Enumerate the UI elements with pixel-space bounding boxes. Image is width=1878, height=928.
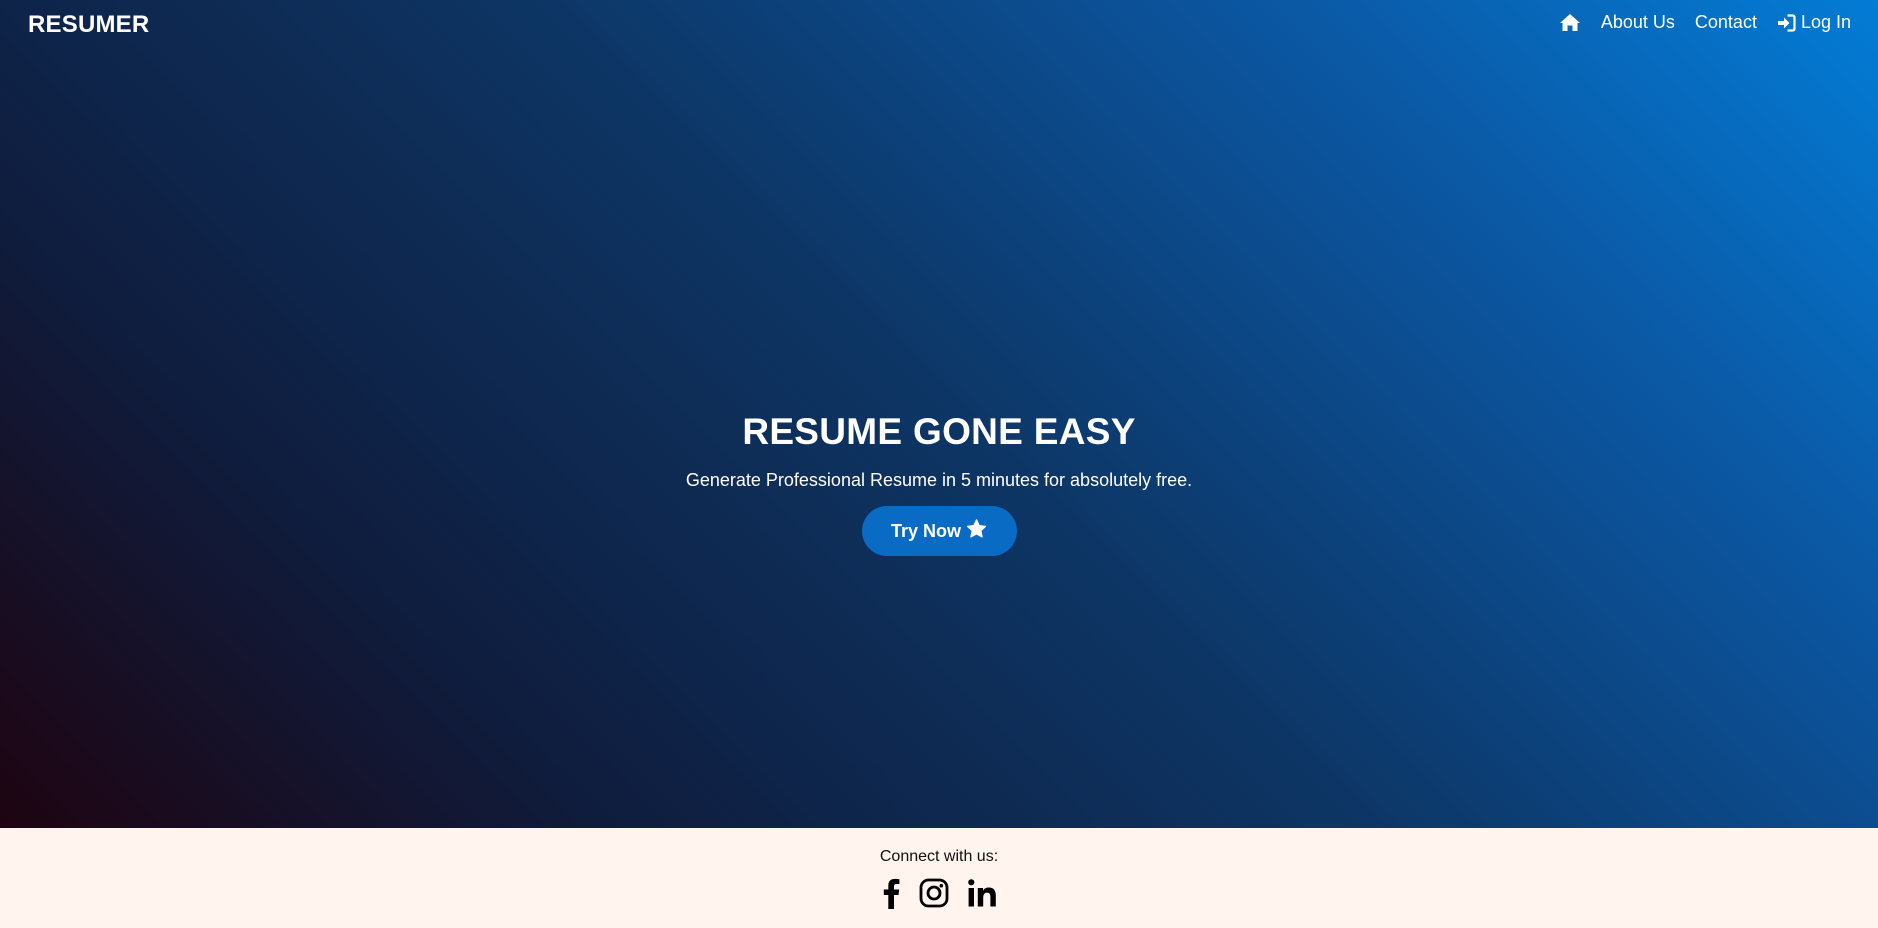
footer-connect-text: Connect with us: <box>879 848 999 865</box>
social-links <box>0 877 1878 909</box>
nav-about-link[interactable]: About Us <box>1601 12 1675 33</box>
nav-login-link[interactable]: Log In <box>1777 12 1851 33</box>
footer: Connect with us: <box>0 828 1878 928</box>
try-now-button[interactable]: Try Now <box>861 506 1017 556</box>
nav-links: About Us Contact Log In <box>1559 12 1851 33</box>
nav-login-label: Log In <box>1800 12 1851 32</box>
sign-in-icon <box>1777 13 1796 32</box>
try-now-label: Try Now <box>890 520 961 541</box>
star-icon <box>966 518 987 544</box>
linkedin-icon[interactable] <box>967 878 997 908</box>
hero-content: RESUME GONE EASY Generate Professional R… <box>0 406 1878 556</box>
navbar: RESUMER About Us Contact Log In <box>0 0 1878 50</box>
hero-section: RESUMER About Us Contact Log In RESUME G… <box>0 0 1878 828</box>
instagram-icon[interactable] <box>919 878 949 908</box>
nav-contact-label: Contact <box>1694 12 1757 32</box>
brand-logo[interactable]: RESUMER <box>28 11 149 39</box>
facebook-icon[interactable] <box>881 877 901 909</box>
nav-contact-link[interactable]: Contact <box>1695 12 1757 33</box>
nav-home-link[interactable] <box>1559 13 1581 32</box>
hero-subtitle: Generate Professional Resume in 5 minute… <box>685 470 1193 490</box>
home-icon <box>1559 13 1581 32</box>
hero-title: RESUME GONE EASY <box>742 411 1136 452</box>
nav-about-label: About Us <box>1600 12 1675 32</box>
